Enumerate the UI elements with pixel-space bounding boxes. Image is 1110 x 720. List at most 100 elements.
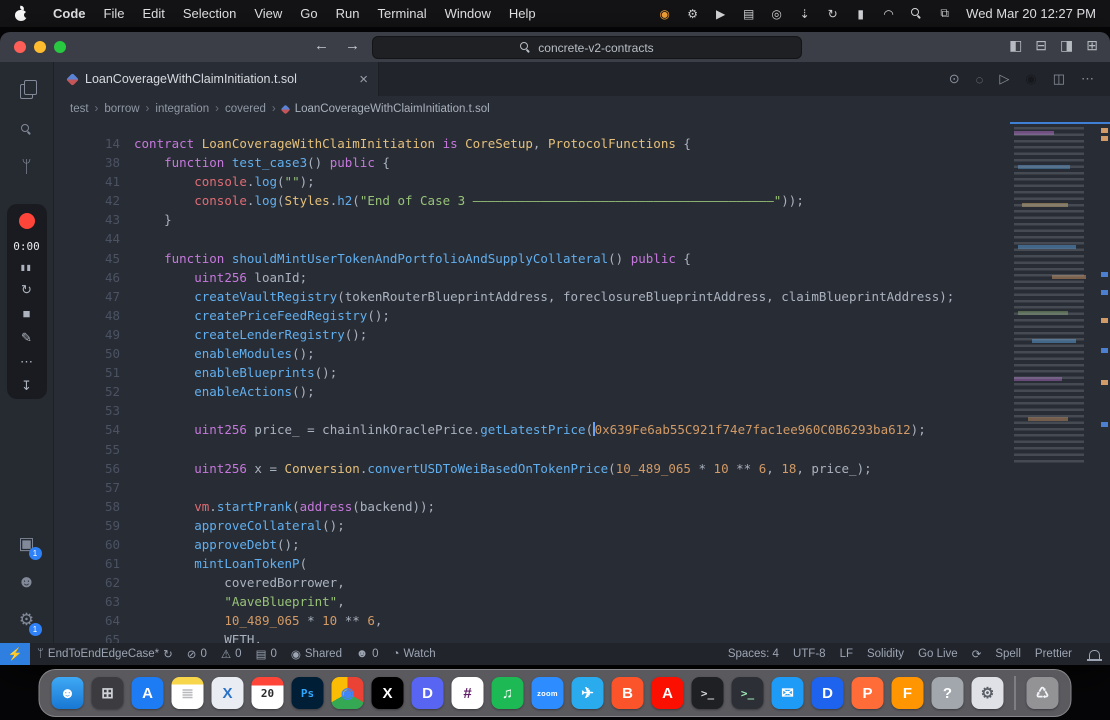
- code-line[interactable]: 58 vm.startPrank(address(backend));: [54, 497, 1006, 516]
- spotlight-search-icon[interactable]: [910, 8, 923, 19]
- breadcrumb-item[interactable]: test: [70, 103, 89, 115]
- tab-loancoverage-file[interactable]: LoanCoverageWithClaimInitiation.t.sol ×: [54, 62, 379, 96]
- run-icon[interactable]: ▷: [999, 71, 1009, 87]
- menu-run[interactable]: Run: [327, 6, 369, 21]
- menu-view[interactable]: View: [245, 6, 291, 21]
- settings-gear-icon[interactable]: ⚙ 1: [11, 605, 43, 636]
- dock-app-brave[interactable]: B: [611, 677, 644, 709]
- recorder-status-icon[interactable]: ◉: [658, 7, 671, 21]
- outline-icon[interactable]: ◌: [976, 72, 984, 87]
- search-icon[interactable]: [11, 114, 43, 144]
- eol-indicator[interactable]: LF: [833, 648, 860, 660]
- gear-status-icon[interactable]: ⚙: [686, 7, 699, 21]
- source-control-icon[interactable]: ᛘ: [11, 152, 43, 182]
- spinner-indicator[interactable]: ⟳: [965, 647, 989, 661]
- code-line[interactable]: 47 createVaultRegistry(tokenRouterBluepr…: [54, 287, 1006, 306]
- code-line[interactable]: 48 createPriceFeedRegistry();: [54, 306, 1006, 325]
- dock-app-xcode[interactable]: X: [211, 677, 244, 709]
- code-line[interactable]: 43 }: [54, 210, 1006, 229]
- toggle-sidebar-icon[interactable]: ◧: [1009, 37, 1022, 54]
- breadcrumb-item[interactable]: covered: [225, 103, 266, 115]
- explorer-icon[interactable]: [11, 76, 43, 106]
- go-live-button[interactable]: Go Live: [911, 648, 965, 660]
- code-line[interactable]: 57: [54, 478, 1006, 497]
- run-previous-icon[interactable]: ⊙: [949, 71, 960, 87]
- code-line[interactable]: 59 approveCollateral();: [54, 516, 1006, 535]
- watch-indicator[interactable]: ◔ Watch: [386, 648, 443, 660]
- dock-app-slack[interactable]: #: [451, 677, 484, 709]
- split-editor-icon[interactable]: ◫: [1053, 71, 1065, 87]
- code-line[interactable]: 51 enableBlueprints();: [54, 363, 1006, 382]
- breadcrumb-item[interactable]: borrow: [104, 103, 139, 115]
- dock-app-telegram[interactable]: ✈: [571, 677, 604, 709]
- warnings-count[interactable]: ⚠ 0: [214, 647, 249, 661]
- dock-app-iterm[interactable]: >_: [731, 677, 764, 709]
- notifications-bell-icon[interactable]: [1087, 649, 1102, 661]
- dock-app-discord[interactable]: D: [411, 677, 444, 709]
- code-line[interactable]: 61 mintLoanTokenP(: [54, 554, 1006, 573]
- errors-count[interactable]: ⊘ 0: [180, 647, 214, 661]
- code-line[interactable]: 62 coveredBorrower,: [54, 573, 1006, 592]
- minimize-window-button[interactable]: [34, 41, 46, 53]
- code-line[interactable]: 52 enableActions();: [54, 382, 1006, 401]
- dock-app-trash[interactable]: ♺: [1026, 677, 1059, 709]
- code-line[interactable]: 46 uint256 loanId;: [54, 268, 1006, 287]
- zoom-window-button[interactable]: [54, 41, 66, 53]
- code-line[interactable]: 14 contract LoanCoverageWithClaimInitiati…: [54, 134, 1006, 153]
- language-indicator[interactable]: Solidity: [860, 648, 911, 660]
- code-line[interactable]: 38 function test_case3() public {: [54, 153, 1006, 172]
- restart-button[interactable]: ↻: [21, 283, 32, 296]
- stop-button[interactable]: ■: [23, 307, 31, 320]
- dock-app-x-app[interactable]: X: [371, 677, 404, 709]
- close-window-button[interactable]: [14, 41, 26, 53]
- code-line[interactable]: 42 console.log(Styles.h2("End of Case 3 …: [54, 191, 1006, 210]
- control-center-icon[interactable]: ⧉: [938, 6, 951, 21]
- ports-count[interactable]: ▤ 0: [249, 647, 284, 661]
- titlebar[interactable]: ← → concrete-v2-contracts ◧ ⊟ ◨ ⊞: [0, 32, 1110, 62]
- menu-selection[interactable]: Selection: [174, 6, 245, 21]
- share-button[interactable]: ↧: [21, 379, 32, 392]
- toggle-secondary-sidebar-icon[interactable]: ◨: [1060, 37, 1073, 54]
- more-options-button[interactable]: ⋯: [20, 355, 33, 368]
- record-button[interactable]: [18, 213, 35, 229]
- remote-indicator[interactable]: ⚡: [0, 643, 30, 665]
- forward-icon[interactable]: →: [345, 37, 360, 54]
- pause-button[interactable]: ▮▮: [21, 264, 33, 272]
- indent-indicator[interactable]: Spaces: 4: [721, 648, 786, 660]
- breadcrumb-file[interactable]: LoanCoverageWithClaimInitiation.t.sol: [280, 103, 490, 115]
- stats-status-icon[interactable]: ▤: [742, 7, 755, 21]
- spell-checker[interactable]: Spell: [988, 648, 1028, 660]
- menu-terminal[interactable]: Terminal: [369, 6, 436, 21]
- draw-button[interactable]: ✎: [21, 331, 32, 344]
- code-line[interactable]: 53: [54, 401, 1006, 420]
- dock-app-spotify[interactable]: ♫: [491, 677, 524, 709]
- code-line[interactable]: 55: [54, 440, 1006, 459]
- code-line[interactable]: 63 "AaveBlueprint",: [54, 592, 1006, 611]
- menu-edit[interactable]: Edit: [133, 6, 173, 21]
- dock-app-terminal[interactable]: >_: [691, 677, 724, 709]
- battery-icon[interactable]: ▮: [854, 7, 867, 21]
- dock-app-postman[interactable]: P: [851, 677, 884, 709]
- git-branch[interactable]: ᛘ EndToEndEdgeCase* ↻: [30, 647, 180, 661]
- toggle-panel-icon[interactable]: ⊟: [1035, 37, 1047, 54]
- apple-menu-icon[interactable]: [14, 7, 30, 21]
- command-center-search[interactable]: concrete-v2-contracts: [372, 36, 802, 59]
- menu-go[interactable]: Go: [291, 6, 326, 21]
- menu-file[interactable]: File: [95, 6, 134, 21]
- dock-app-chrome[interactable]: ◉: [331, 677, 364, 709]
- code-editor[interactable]: 14 contract LoanCoverageWithClaimInitiati…: [54, 122, 1110, 643]
- code-line[interactable]: 54 uint256 price_ = chainlinkOraclePrice…: [54, 420, 1006, 439]
- code-line[interactable]: 44: [54, 229, 1006, 248]
- dock-app-zoom[interactable]: zoom: [531, 677, 564, 709]
- dock-app-firefox[interactable]: F: [891, 677, 924, 709]
- code-line[interactable]: 49 createLenderRegistry();: [54, 325, 1006, 344]
- code-line[interactable]: 60 approveDebt();: [54, 535, 1006, 554]
- clients-count[interactable]: ☻ 0: [349, 648, 386, 660]
- screen-share-icon[interactable]: ▣ 1: [11, 529, 43, 560]
- menu-help[interactable]: Help: [500, 6, 545, 21]
- dock-app-finder[interactable]: ☻: [51, 677, 84, 709]
- dock-app-notes[interactable]: ≣: [171, 677, 204, 709]
- wifi-icon[interactable]: ◠: [882, 7, 895, 21]
- breadcrumb-item[interactable]: integration: [155, 103, 209, 115]
- code-line[interactable]: 45 function shouldMintUserTokenAndPortfo…: [54, 249, 1006, 268]
